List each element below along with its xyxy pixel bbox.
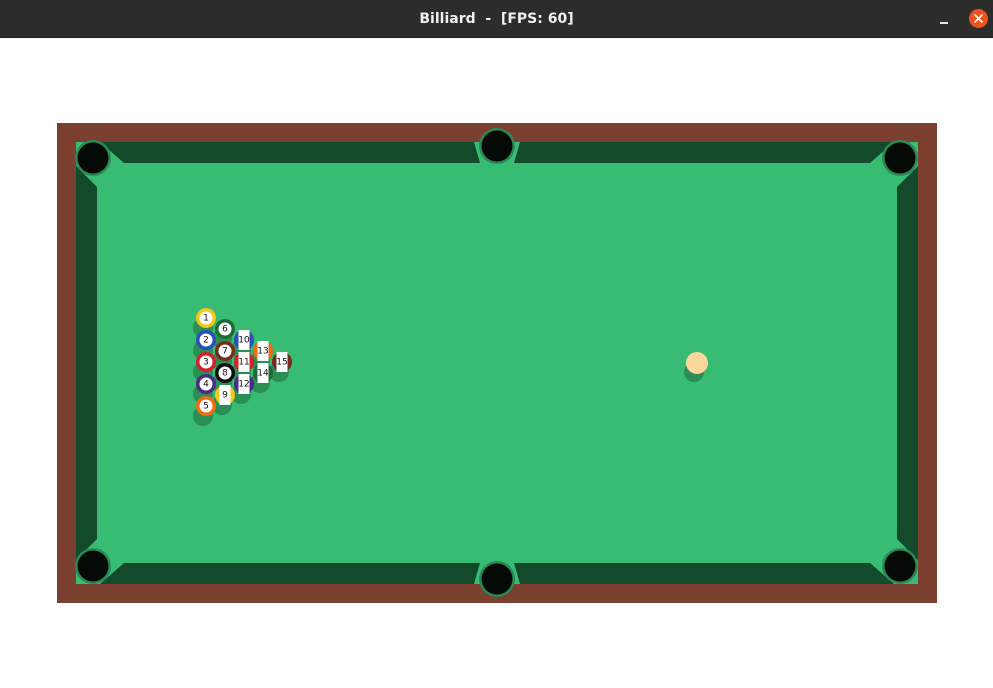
ball-13[interactable]: 13 <box>252 340 274 362</box>
ball-2[interactable]: 2 <box>196 330 216 350</box>
ball-number: 14 <box>257 369 269 379</box>
ball-15[interactable]: 15 <box>271 351 293 373</box>
ball-number: 4 <box>203 380 209 390</box>
ball-14[interactable]: 14 <box>252 362 274 384</box>
ball-7[interactable]: 7 <box>215 341 235 361</box>
ball-number: 12 <box>238 380 249 390</box>
ball-number: 15 <box>276 358 287 368</box>
minimize-button[interactable] <box>934 9 954 29</box>
ball-number: 1 <box>203 314 209 324</box>
cue-ball[interactable] <box>686 352 708 374</box>
pocket-bottom-left[interactable] <box>75 548 111 584</box>
ball-number: 7 <box>222 347 228 357</box>
ball-11[interactable]: 11 <box>233 351 255 373</box>
close-icon <box>974 14 983 23</box>
pocket-hole <box>481 130 513 162</box>
ball-number: 10 <box>238 336 250 346</box>
ball-1[interactable]: 1 <box>196 308 216 328</box>
close-button[interactable] <box>969 9 988 28</box>
pocket-hole <box>481 563 513 595</box>
ball-number: 8 <box>222 369 228 379</box>
ball-10[interactable]: 10 <box>233 329 255 351</box>
pocket-hole <box>77 142 109 174</box>
pocket-top-middle[interactable] <box>479 128 515 164</box>
pocket-hole <box>884 142 916 174</box>
ball-9[interactable]: 9 <box>214 384 236 406</box>
billiard-table[interactable]: 123456789101112131415 <box>0 38 993 688</box>
ball-number: 6 <box>222 325 228 335</box>
ball-12[interactable]: 12 <box>233 373 255 395</box>
minimize-icon <box>940 22 948 24</box>
ball-8[interactable]: 8 <box>215 363 235 383</box>
ball-number: 13 <box>257 347 268 357</box>
ball-4[interactable]: 4 <box>196 374 216 394</box>
ball-6[interactable]: 6 <box>215 319 235 339</box>
ball-number: 9 <box>222 391 228 401</box>
ball-3[interactable]: 3 <box>196 352 216 372</box>
pocket-top-right[interactable] <box>882 140 918 176</box>
pocket-hole <box>77 550 109 582</box>
window-title: Billiard - [FPS: 60] <box>419 11 574 27</box>
game-canvas[interactable]: 1 2 3 4 5 6 7 8 9 10 11 12 13 14 15 <box>0 38 993 688</box>
pocket-top-left[interactable] <box>75 140 111 176</box>
ball-number: 11 <box>238 358 249 368</box>
pocket-hole <box>884 550 916 582</box>
pocket-bottom-right[interactable] <box>882 548 918 584</box>
window-titlebar[interactable]: Billiard - [FPS: 60] <box>0 0 993 38</box>
pocket-bottom-middle[interactable] <box>479 561 515 597</box>
ball-5[interactable]: 5 <box>196 396 216 416</box>
ball-number: 5 <box>203 402 209 412</box>
ball-number: 2 <box>203 336 209 346</box>
ball-number: 3 <box>203 358 209 368</box>
